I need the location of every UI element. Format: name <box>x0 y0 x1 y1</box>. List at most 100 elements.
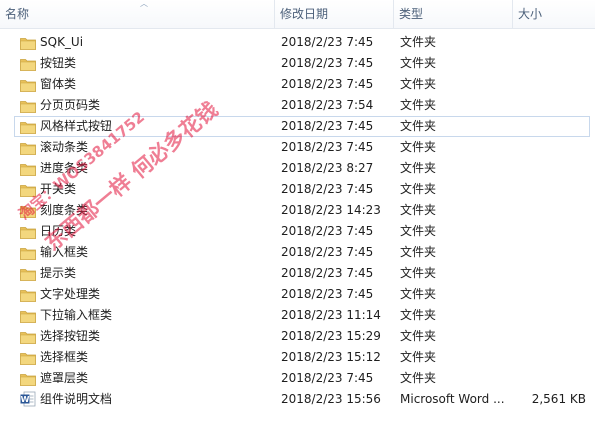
folder-icon <box>20 246 36 260</box>
file-modified-date: 2018/2/23 7:45 <box>281 140 374 154</box>
folder-icon <box>20 309 36 323</box>
folder-icon <box>20 267 36 281</box>
file-name: 日历类 <box>40 224 77 238</box>
file-row[interactable]: W 组件说明文档 2018/2/23 15:56 Microsoft Word ...… <box>0 389 595 410</box>
file-name: 下拉输入框类 <box>40 308 113 322</box>
folder-icon <box>20 183 36 197</box>
file-type: 文件夹 <box>400 56 437 70</box>
folder-row[interactable]: 下拉输入框类 2018/2/23 11:14 文件夹 <box>0 305 595 326</box>
file-size <box>512 284 586 305</box>
folder-row[interactable]: 提示类 2018/2/23 7:45 文件夹 <box>0 263 595 284</box>
file-size <box>512 200 586 221</box>
file-modified-date: 2018/2/23 7:54 <box>281 98 374 112</box>
file-size <box>512 137 586 158</box>
folder-icon <box>20 288 36 302</box>
file-modified-date: 2018/2/23 7:45 <box>281 266 374 280</box>
folder-row[interactable]: 窗体类 2018/2/23 7:45 文件夹 <box>0 74 595 95</box>
file-size <box>512 179 586 200</box>
file-size <box>512 32 586 53</box>
file-type: 文件夹 <box>400 182 437 196</box>
folder-row[interactable]: SQK_Ui 2018/2/23 7:45 文件夹 <box>0 32 595 53</box>
file-type: 文件夹 <box>400 329 437 343</box>
file-name: 组件说明文档 <box>40 392 113 406</box>
svg-text:W: W <box>21 395 30 404</box>
file-modified-date: 2018/2/23 7:45 <box>281 119 374 133</box>
file-type: 文件夹 <box>400 98 437 112</box>
folder-row[interactable]: 日历类 2018/2/23 7:45 文件夹 <box>0 221 595 242</box>
file-modified-date: 2018/2/23 15:12 <box>281 350 381 364</box>
file-type: 文件夹 <box>400 266 437 280</box>
folder-icon <box>20 78 36 92</box>
file-name: 选择框类 <box>40 350 89 364</box>
file-size <box>512 242 586 263</box>
file-modified-date: 2018/2/23 14:23 <box>281 203 381 217</box>
folder-icon <box>20 330 36 344</box>
folder-row[interactable]: 滚动条类 2018/2/23 7:45 文件夹 <box>0 137 595 158</box>
folder-row[interactable]: 选择框类 2018/2/23 15:12 文件夹 <box>0 347 595 368</box>
column-header-type[interactable]: 类型 <box>394 0 512 28</box>
folder-icon <box>20 225 36 239</box>
folder-row[interactable]: 进度条类 2018/2/23 8:27 文件夹 <box>0 158 595 179</box>
folder-icon <box>20 351 36 365</box>
folder-row[interactable]: 遮罩层类 2018/2/23 7:45 文件夹 <box>0 368 595 389</box>
file-type: 文件夹 <box>400 308 437 322</box>
file-type: 文件夹 <box>400 35 437 49</box>
file-modified-date: 2018/2/23 11:14 <box>281 308 381 322</box>
file-modified-date: 2018/2/23 7:45 <box>281 245 374 259</box>
file-modified-date: 2018/2/23 7:45 <box>281 35 374 49</box>
file-size <box>512 116 586 137</box>
folder-icon <box>20 120 36 134</box>
file-name: 按钮类 <box>40 56 77 70</box>
file-modified-date: 2018/2/23 15:29 <box>281 329 381 343</box>
folder-row[interactable]: 风格样式按钮 2018/2/23 7:45 文件夹 <box>0 116 595 137</box>
file-type: Microsoft Word ... <box>400 392 505 406</box>
file-type: 文件夹 <box>400 245 437 259</box>
file-modified-date: 2018/2/23 7:45 <box>281 77 374 91</box>
file-name: 输入框类 <box>40 245 89 259</box>
column-header-name[interactable]: 名称 <box>0 0 274 28</box>
file-name: 分页页码类 <box>40 98 101 112</box>
folder-row[interactable]: 文字处理类 2018/2/23 7:45 文件夹 <box>0 284 595 305</box>
file-size: 2,561 KB <box>531 392 586 406</box>
folder-row[interactable]: 分页页码类 2018/2/23 7:54 文件夹 <box>0 95 595 116</box>
file-modified-date: 2018/2/23 15:56 <box>281 392 381 406</box>
folder-icon <box>20 141 36 155</box>
word-document-icon: W <box>20 391 36 407</box>
file-type: 文件夹 <box>400 140 437 154</box>
folder-row[interactable]: 按钮类 2018/2/23 7:45 文件夹 <box>0 53 595 74</box>
folder-row[interactable]: 开关类 2018/2/23 7:45 文件夹 <box>0 179 595 200</box>
folder-icon <box>20 372 36 386</box>
file-modified-date: 2018/2/23 7:45 <box>281 287 374 301</box>
file-type: 文件夹 <box>400 371 437 385</box>
file-modified-date: 2018/2/23 7:45 <box>281 182 374 196</box>
folder-icon <box>20 57 36 71</box>
file-name: 选择按钮类 <box>40 329 101 343</box>
file-modified-date: 2018/2/23 7:45 <box>281 371 374 385</box>
file-name: 遮罩层类 <box>40 371 89 385</box>
folder-icon <box>20 36 36 50</box>
folder-icon <box>20 162 36 176</box>
column-header-bar: ︿ 名称 修改日期 类型 大小 <box>0 0 595 29</box>
column-header-size[interactable]: 大小 <box>513 0 595 28</box>
file-type: 文件夹 <box>400 203 437 217</box>
file-type: 文件夹 <box>400 350 437 364</box>
file-size <box>512 263 586 284</box>
file-modified-date: 2018/2/23 8:27 <box>281 161 374 175</box>
file-size <box>512 95 586 116</box>
file-size <box>512 305 586 326</box>
file-name: 窗体类 <box>40 77 77 91</box>
file-size <box>512 158 586 179</box>
column-header-date[interactable]: 修改日期 <box>275 0 393 28</box>
file-size <box>512 347 586 368</box>
file-name: 开关类 <box>40 182 77 196</box>
folder-icon <box>20 99 36 113</box>
file-name: SQK_Ui <box>40 35 84 49</box>
file-type: 文件夹 <box>400 287 437 301</box>
file-list: SQK_Ui 2018/2/23 7:45 文件夹 按钮类 2018/2/23 7:45… <box>0 32 595 410</box>
folder-row[interactable]: 刻度条类 2018/2/23 14:23 文件夹 <box>0 200 595 221</box>
folder-row[interactable]: 输入框类 2018/2/23 7:45 文件夹 <box>0 242 595 263</box>
folder-row[interactable]: 选择按钮类 2018/2/23 15:29 文件夹 <box>0 326 595 347</box>
file-type: 文件夹 <box>400 77 437 91</box>
file-type: 文件夹 <box>400 119 437 133</box>
file-name: 滚动条类 <box>40 140 89 154</box>
